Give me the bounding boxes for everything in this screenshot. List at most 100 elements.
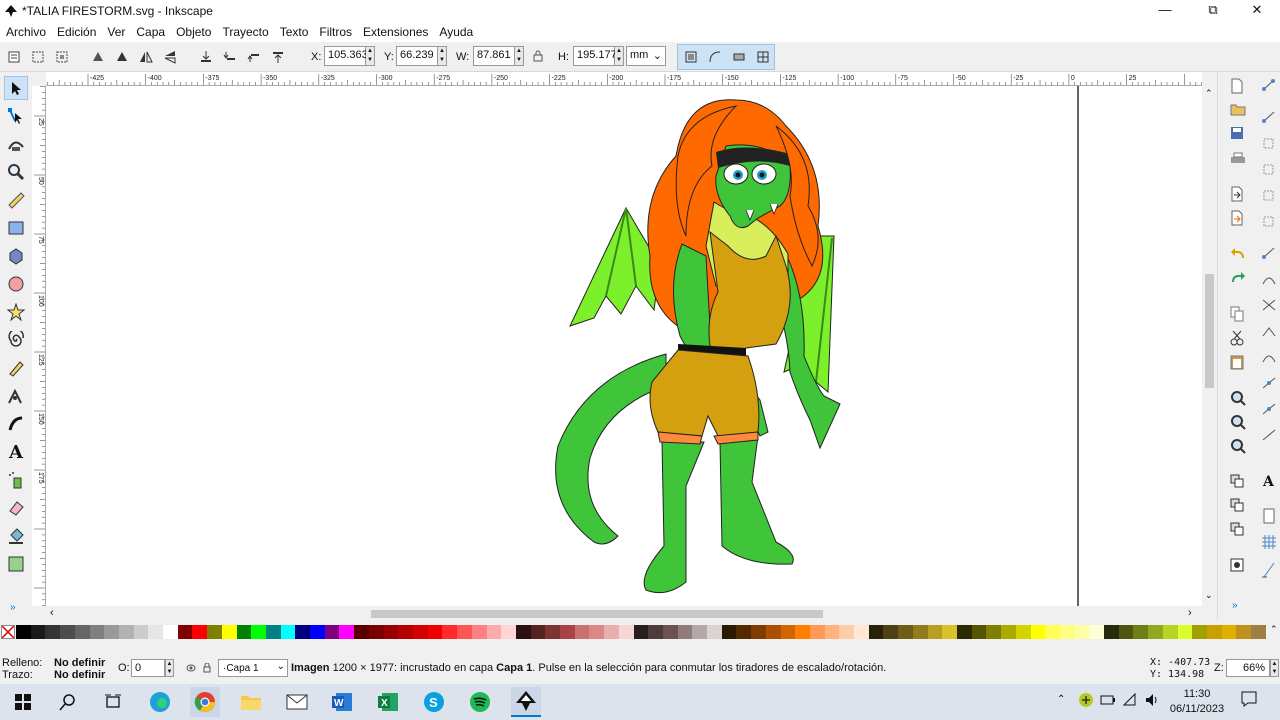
spotify-icon[interactable] — [465, 687, 495, 717]
word-icon[interactable]: W — [327, 687, 357, 717]
redo-icon[interactable] — [1230, 270, 1246, 287]
select-original-icon[interactable] — [1230, 558, 1244, 575]
star-tool-icon[interactable] — [4, 300, 28, 324]
y-stepper[interactable]: ▲ ▼ — [438, 46, 447, 66]
import-icon[interactable] — [1230, 186, 1244, 205]
color-swatch[interactable] — [310, 625, 325, 639]
color-swatch[interactable] — [927, 625, 943, 639]
snap-smooth-icon[interactable] — [1261, 350, 1277, 367]
color-swatch[interactable] — [1133, 625, 1149, 639]
scroll-right-icon[interactable]: › — [1188, 607, 1192, 619]
color-swatch[interactable] — [324, 625, 340, 639]
snap-grid-icon[interactable] — [1261, 534, 1277, 553]
ellipse-tool-icon[interactable] — [4, 272, 28, 296]
zoom-tool-icon[interactable] — [4, 160, 28, 184]
select-all-layers-icon[interactable] — [28, 47, 48, 67]
snap-bbox-edge-icon[interactable] — [1261, 136, 1277, 153]
3d-box-tool-icon[interactable] — [4, 244, 28, 268]
color-swatch[interactable] — [633, 625, 649, 639]
color-swatch[interactable] — [89, 625, 105, 639]
color-swatch[interactable] — [354, 625, 369, 639]
snap-object-center-icon[interactable] — [1261, 402, 1277, 419]
task-view-icon[interactable] — [98, 687, 128, 717]
eraser-tool-icon[interactable] — [4, 496, 28, 520]
color-swatch[interactable] — [560, 625, 575, 639]
color-swatch[interactable] — [207, 625, 222, 639]
color-swatch[interactable] — [736, 625, 752, 639]
color-swatch[interactable] — [1192, 625, 1207, 639]
layer-lock-icon[interactable] — [203, 662, 211, 676]
rotate-ccw-icon[interactable] — [88, 47, 108, 67]
color-swatch[interactable] — [677, 625, 693, 639]
snap-text-baseline-icon[interactable]: A — [1263, 474, 1274, 490]
calligraphy-tool-icon[interactable] — [4, 412, 28, 436]
zoom-selection-icon[interactable] — [1230, 390, 1246, 409]
color-swatch[interactable] — [118, 625, 134, 639]
commands-expand-icon[interactable]: » — [1232, 600, 1238, 611]
color-swatch[interactable] — [251, 625, 266, 639]
snap-bbox-icon[interactable] — [1261, 110, 1277, 127]
scroll-down-icon[interactable]: ⌄ — [1205, 590, 1213, 601]
color-swatch[interactable] — [60, 625, 75, 639]
color-swatch[interactable] — [648, 625, 663, 639]
unlink-clone-icon[interactable] — [1230, 522, 1244, 539]
color-swatch[interactable] — [1059, 625, 1075, 639]
talia-firestorm-image[interactable] — [46, 86, 1202, 606]
scale-stroke-icon[interactable] — [684, 50, 698, 67]
color-swatch[interactable] — [780, 625, 796, 639]
color-swatch[interactable] — [839, 625, 855, 639]
color-swatch[interactable] — [339, 625, 355, 639]
snap-bbox-corner-icon[interactable] — [1261, 162, 1277, 179]
edge-icon[interactable] — [145, 687, 175, 717]
color-swatch[interactable] — [1251, 625, 1266, 639]
color-swatch[interactable] — [177, 625, 193, 639]
color-swatch[interactable] — [854, 625, 869, 639]
snap-midpoint-icon[interactable] — [1261, 376, 1277, 393]
stroke-value[interactable]: No definir — [54, 669, 105, 681]
color-swatch[interactable] — [442, 625, 458, 639]
color-swatch[interactable] — [398, 625, 413, 639]
lock-ratio-icon[interactable] — [533, 50, 543, 65]
zoom-stepper[interactable]: ▲ ▼ — [1270, 659, 1279, 677]
layer-select[interactable]: ·Capa 1 ⌄ — [218, 659, 288, 677]
pencil-tool-icon[interactable] — [4, 356, 28, 380]
tweak-tool-icon[interactable] — [4, 132, 28, 156]
tray-overflow-icon[interactable]: ⌃ — [1057, 694, 1065, 705]
color-swatch[interactable] — [368, 625, 384, 639]
open-folder-icon[interactable] — [1230, 102, 1246, 119]
color-swatch[interactable] — [501, 625, 516, 639]
color-swatch[interactable] — [1118, 625, 1134, 639]
layer-visibility-icon[interactable] — [186, 662, 196, 676]
snap-intersection-icon[interactable] — [1261, 298, 1277, 315]
select-all-icon[interactable] — [4, 47, 24, 67]
text-tool-icon[interactable]: A — [4, 440, 28, 464]
inkscape-taskbar-icon[interactable] — [511, 687, 541, 717]
color-swatch[interactable] — [942, 625, 957, 639]
mail-icon[interactable] — [282, 687, 312, 717]
scroll-up-icon[interactable]: ⌃ — [1205, 88, 1213, 99]
menu-filtros[interactable]: Filtros — [313, 22, 357, 39]
snap-bbox-midpoint-icon[interactable] — [1261, 188, 1277, 205]
color-swatch[interactable] — [692, 625, 708, 639]
horizontal-scroll-thumb[interactable] — [371, 610, 823, 618]
minimize-button[interactable]: — — [1142, 0, 1188, 22]
snap-rotation-center-icon[interactable] — [1261, 428, 1277, 445]
flip-vertical-icon[interactable] — [160, 47, 180, 67]
color-swatch[interactable] — [1104, 625, 1119, 639]
skype-icon[interactable]: S — [419, 687, 449, 717]
color-swatch[interactable] — [986, 625, 1002, 639]
color-swatch[interactable] — [912, 625, 928, 639]
menu-edicion[interactable]: Edición — [51, 22, 101, 39]
drawing-canvas[interactable] — [46, 86, 1202, 606]
no-paint-swatch[interactable] — [1, 625, 15, 639]
w-stepper[interactable]: ▲ ▼ — [515, 46, 524, 66]
export-icon[interactable] — [1230, 210, 1244, 229]
transform-gradient-icon[interactable] — [732, 50, 746, 67]
color-swatch[interactable] — [1206, 625, 1222, 639]
color-swatch[interactable] — [604, 625, 619, 639]
measure-tool-icon[interactable] — [4, 188, 28, 212]
snap-center-icon[interactable] — [1261, 214, 1277, 231]
rotate-cw-icon[interactable] — [112, 47, 132, 67]
chrome-icon[interactable] — [190, 687, 220, 717]
color-swatch[interactable] — [898, 625, 913, 639]
